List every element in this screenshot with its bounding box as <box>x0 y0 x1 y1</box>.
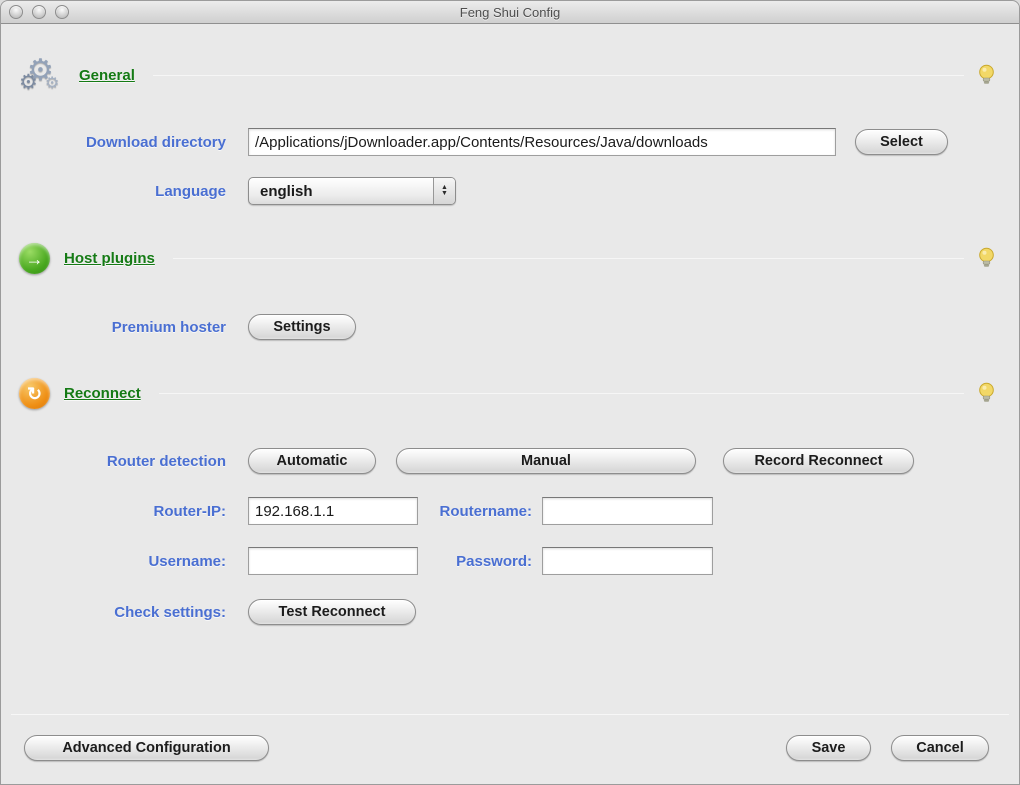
section-title-host-plugins[interactable]: Host plugins <box>64 250 155 267</box>
feng-shui-config-window: Feng Shui Config ⚙ ⚙ ⚙ General Download … <box>0 0 1020 785</box>
router-detection-label: Router detection <box>106 452 226 470</box>
section-header-reconnect: ↻ Reconnect <box>19 378 995 409</box>
record-reconnect-button[interactable]: Record Reconnect <box>723 448 914 474</box>
download-directory-label: Download directory <box>85 133 226 151</box>
arrow-down-glyph: ▼ <box>441 190 448 197</box>
username-input[interactable] <box>248 547 418 575</box>
router-ip-row: Router-IP: Routername: <box>21 497 994 525</box>
titlebar: Feng Shui Config <box>1 1 1019 24</box>
download-directory-row: Download directory Select <box>21 128 994 156</box>
section-divider <box>152 74 964 76</box>
content-area: ⚙ ⚙ ⚙ General Download directory Select … <box>1 24 1019 784</box>
check-settings-row: Check settings: Test Reconnect <box>21 599 994 625</box>
section-title-reconnect[interactable]: Reconnect <box>64 385 141 402</box>
gear-glyph: ⚙ <box>19 71 38 94</box>
password-label: Password: <box>456 552 532 570</box>
lightbulb-icon[interactable] <box>978 64 995 87</box>
close-button[interactable] <box>9 5 23 19</box>
password-input[interactable] <box>542 547 713 575</box>
traffic-lights <box>9 5 69 19</box>
section-header-host-plugins: → Host plugins <box>19 243 995 274</box>
lightbulb-icon[interactable] <box>978 382 995 405</box>
section-divider <box>158 393 964 394</box>
lightbulb-icon[interactable] <box>978 247 995 270</box>
gears-icon: ⚙ ⚙ ⚙ <box>19 54 65 96</box>
test-reconnect-button[interactable]: Test Reconnect <box>248 599 416 625</box>
language-selected-value: english <box>260 182 313 200</box>
arrow-right-glyph: → <box>25 248 44 269</box>
window-title: Feng Shui Config <box>459 4 561 20</box>
router-detection-row: Router detection Automatic Manual Record… <box>21 448 994 474</box>
section-header-general: ⚙ ⚙ ⚙ General <box>19 54 995 96</box>
routername-input[interactable] <box>542 497 713 525</box>
language-row: Language english ▲ ▼ <box>21 177 994 205</box>
minimize-button[interactable] <box>32 5 46 19</box>
download-directory-input[interactable] <box>248 128 836 156</box>
language-select[interactable]: english ▲ ▼ <box>248 177 456 205</box>
reconnect-glyph: ↻ <box>26 383 43 404</box>
routername-label: Routername: <box>439 502 532 520</box>
automatic-button[interactable]: Automatic <box>248 448 376 474</box>
router-ip-input[interactable] <box>248 497 418 525</box>
host-plugins-icon: → <box>19 243 50 274</box>
popup-arrows-icon: ▲ ▼ <box>433 178 455 204</box>
footer-divider <box>11 714 1009 715</box>
gear-glyph: ⚙ <box>45 75 60 92</box>
section-title-general[interactable]: General <box>79 67 135 84</box>
manual-button[interactable]: Manual <box>396 448 696 474</box>
reconnect-icon: ↻ <box>19 378 50 409</box>
username-label: Username: <box>148 552 226 570</box>
cancel-button[interactable]: Cancel <box>891 735 989 761</box>
settings-button[interactable]: Settings <box>248 314 356 340</box>
select-button[interactable]: Select <box>855 129 948 155</box>
username-row: Username: Password: <box>21 547 994 575</box>
section-divider <box>172 258 964 259</box>
advanced-configuration-button[interactable]: Advanced Configuration <box>24 735 269 761</box>
save-button[interactable]: Save <box>786 735 871 761</box>
check-settings-label: Check settings: <box>114 603 226 621</box>
zoom-button[interactable] <box>55 5 69 19</box>
premium-hoster-label: Premium hoster <box>111 318 226 336</box>
language-label: Language <box>155 182 226 200</box>
router-ip-label: Router-IP: <box>153 502 227 520</box>
premium-hoster-row: Premium hoster Settings <box>21 314 994 340</box>
